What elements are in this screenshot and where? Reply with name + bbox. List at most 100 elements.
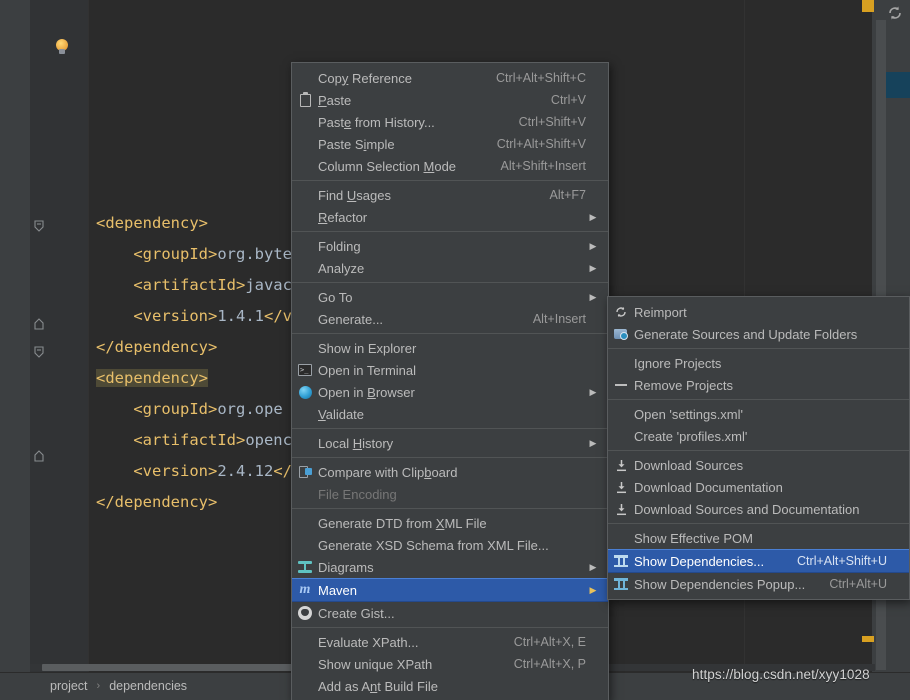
sync-refresh-icon[interactable] (886, 4, 904, 22)
maven-item-remove-projects[interactable]: Remove Projects (608, 374, 909, 396)
menu-item-folding[interactable]: Folding ▶ (292, 235, 608, 257)
clipboard-icon (292, 89, 318, 111)
editor-fold-column[interactable] (78, 0, 88, 672)
reimport-icon-glyph (614, 305, 628, 319)
menu-separator (292, 508, 608, 509)
breadcrumb-item-project[interactable]: project (50, 679, 88, 693)
menu-item-label: Show Dependencies... (634, 553, 765, 569)
compare-icon-glyph (298, 465, 312, 479)
menu-item-shortcut: Ctrl+Alt+X, P (513, 657, 586, 671)
menu-item-generate-dtd-from-xml-file[interactable]: Generate DTD from XML File (292, 512, 608, 534)
menu-item-analyze[interactable]: Analyze ▶ (292, 257, 608, 279)
breadcrumb-item-dependencies[interactable]: dependencies (109, 679, 187, 693)
breadcrumb-separator: › (96, 680, 101, 692)
maven-submenu[interactable]: Reimport Generate Sources and Update Fold… (607, 296, 910, 600)
mnemonic-char: U (346, 187, 357, 203)
minus-icon-glyph (615, 384, 627, 386)
maven-item-show-dependencies-popup[interactable]: Show Dependencies Popup... Ctrl+Alt+U (608, 573, 909, 595)
maven-item-open-settings-xml[interactable]: Open 'settings.xml' (608, 403, 909, 425)
menu-item-label: Open in Terminal (318, 362, 417, 378)
maven-item-reimport[interactable]: Reimport (608, 301, 909, 323)
icon-placeholder (292, 111, 318, 133)
icon-placeholder (608, 527, 634, 549)
marker-warning-bottom[interactable] (862, 636, 874, 642)
menu-item-refactor[interactable]: Refactor ▶ (292, 206, 608, 228)
menu-item-shortcut: Alt+F7 (549, 188, 586, 202)
maven-item-download-documentation[interactable]: Download Documentation (608, 476, 909, 498)
menu-item-show-in-explorer[interactable]: Show in Explorer (292, 337, 608, 359)
menu-item-label: Show Dependencies Popup... (634, 576, 806, 592)
icon-placeholder (292, 308, 318, 330)
menu-separator (292, 180, 608, 181)
menu-item-label: Maven (318, 582, 358, 598)
fold-marker-close[interactable] (33, 318, 45, 330)
menu-separator (292, 282, 608, 283)
code-line: <version>2.4.12</v (96, 456, 311, 487)
maven-item-download-sources[interactable]: Download Sources (608, 454, 909, 476)
menu-item-evaluate-xpath[interactable]: Evaluate XPath... Ctrl+Alt+X, E (292, 631, 608, 653)
globe-icon (292, 381, 318, 403)
mnemonic-char: H (352, 435, 363, 451)
maven-item-show-effective-pom[interactable]: Show Effective POM (608, 527, 909, 549)
menu-item-copy-reference[interactable]: Copy Reference Ctrl+Alt+Shift+C (292, 67, 608, 89)
maven-item-download-sources-and-documentation[interactable]: Download Sources and Documentation (608, 498, 909, 520)
clipboard-icon-glyph (299, 91, 311, 107)
breadcrumb: project › dependencies (50, 679, 187, 693)
code-token: <version> (133, 307, 218, 325)
fold-marker-open[interactable] (33, 220, 45, 232)
xml-source-code[interactable]: <dependency> <groupId>org.byte <artifact… (96, 208, 311, 518)
menu-item-label: Compare with Clipboard (318, 464, 458, 480)
menu-item-create-gist[interactable]: Create Gist... (292, 602, 608, 624)
menu-item-generate[interactable]: Generate... Alt+Insert (292, 308, 608, 330)
editor-context-menu[interactable]: Copy Reference Ctrl+Alt+Shift+C Paste Ctrl+… (291, 62, 609, 700)
menu-item-label: Download Sources (634, 457, 744, 473)
code-token: 1.4.1 (217, 307, 264, 325)
chevron-right-icon: ▶ (589, 584, 597, 595)
lightbulb-icon[interactable] (55, 39, 69, 55)
menu-item-add-as-ant-build-file[interactable]: Add as Ant Build File (292, 675, 608, 697)
chevron-right-icon: ▶ (589, 561, 597, 572)
minus-icon (608, 374, 634, 396)
folder-update-icon-glyph (614, 328, 628, 340)
maven-item-create-profiles-xml[interactable]: Create 'profiles.xml' (608, 425, 909, 447)
menu-item-shortcut: Ctrl+Alt+Shift+U (797, 554, 887, 568)
maven-item-show-dependencies[interactable]: Show Dependencies... Ctrl+Alt+Shift+U (608, 549, 909, 573)
maven-item-ignore-projects[interactable]: Ignore Projects (608, 352, 909, 374)
menu-separator (292, 231, 608, 232)
menu-item-diagrams[interactable]: Diagrams ▶ (292, 556, 608, 578)
icon-placeholder (292, 257, 318, 279)
menu-item-local-history[interactable]: Local History ▶ (292, 432, 608, 454)
menu-item-paste[interactable]: Paste Ctrl+V (292, 89, 608, 111)
download-icon (608, 476, 634, 498)
menu-item-generate-xsd-schema-from-xml-file[interactable]: Generate XSD Schema from XML File... (292, 534, 608, 556)
chevron-right-icon: ▶ (589, 437, 597, 448)
menu-item-go-to[interactable]: Go To ▶ (292, 286, 608, 308)
maven-item-generate-sources-and-update-folders[interactable]: Generate Sources and Update Folders (608, 323, 909, 345)
menu-item-maven[interactable]: m Maven ▶ (292, 578, 608, 602)
icon-placeholder (292, 403, 318, 425)
menu-item-label: Column Selection Mode (318, 158, 457, 174)
fold-marker-open[interactable] (33, 346, 45, 358)
menu-item-label: Download Documentation (634, 479, 783, 495)
marker-warning-top[interactable] (862, 0, 874, 12)
code-token: org.ope (217, 400, 283, 418)
menu-item-open-in-browser[interactable]: Open in Browser ▶ (292, 381, 608, 403)
mnemonic-char: i (363, 136, 367, 152)
menu-item-show-unique-xpath[interactable]: Show unique XPath Ctrl+Alt+X, P (292, 653, 608, 675)
menu-item-column-selection-mode[interactable]: Column Selection Mode Alt+Shift+Insert (292, 155, 608, 177)
menu-item-paste-from-history[interactable]: Paste from History... Ctrl+Shift+V (292, 111, 608, 133)
menu-item-paste-simple[interactable]: Paste Simple Ctrl+Alt+Shift+V (292, 133, 608, 155)
download-icon (608, 454, 634, 476)
code-token: <version> (133, 462, 218, 480)
menu-item-shortcut: Ctrl+Alt+Shift+V (496, 137, 586, 151)
menu-item-label: Remove Projects (634, 377, 733, 393)
fold-marker-close[interactable] (33, 450, 45, 462)
icon-placeholder (292, 534, 318, 556)
compare-icon (292, 461, 318, 483)
menu-item-validate[interactable]: Validate (292, 403, 608, 425)
menu-item-shortcut: Ctrl+Shift+V (518, 115, 586, 129)
icon-placeholder (292, 337, 318, 359)
menu-item-compare-with-clipboard[interactable]: Compare with Clipboard (292, 461, 608, 483)
menu-item-open-in-terminal[interactable]: >_ Open in Terminal (292, 359, 608, 381)
menu-item-find-usages[interactable]: Find Usages Alt+F7 (292, 184, 608, 206)
